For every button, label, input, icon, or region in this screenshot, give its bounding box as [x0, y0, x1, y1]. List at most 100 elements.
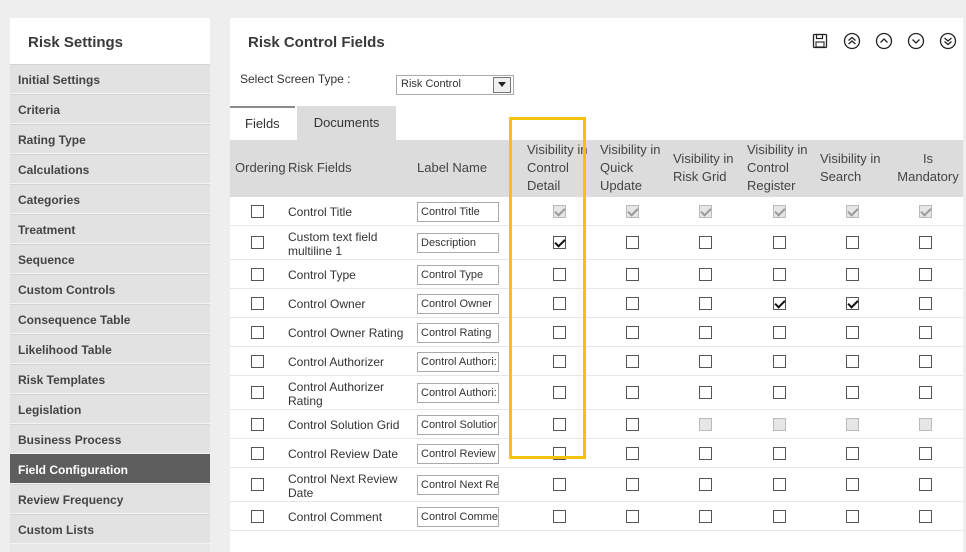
checkbox-register[interactable]: [773, 386, 786, 399]
sidebar-item-sequence[interactable]: Sequence: [10, 244, 210, 274]
checkbox-search[interactable]: [846, 297, 859, 310]
label-name-input[interactable]: Control Next Re: [417, 475, 499, 495]
checkbox-mandatory[interactable]: [919, 386, 932, 399]
checkbox-grid[interactable]: [699, 236, 712, 249]
checkbox-detail[interactable]: [553, 447, 566, 460]
sidebar-item-consequence-table[interactable]: Consequence Table: [10, 304, 210, 334]
label-name-input[interactable]: Control Authori:: [417, 352, 499, 372]
ordering-checkbox[interactable]: [251, 236, 264, 249]
ordering-checkbox[interactable]: [251, 386, 264, 399]
checkbox-quick[interactable]: [626, 386, 639, 399]
checkbox-detail[interactable]: [553, 386, 566, 399]
tab-documents[interactable]: Documents: [296, 106, 397, 140]
checkbox-quick[interactable]: [626, 510, 639, 523]
checkbox-detail[interactable]: [553, 355, 566, 368]
screen-type-select[interactable]: Risk Control: [396, 75, 514, 95]
sidebar-item-initial-settings[interactable]: Initial Settings: [10, 64, 210, 94]
checkbox-register[interactable]: [773, 236, 786, 249]
ordering-checkbox[interactable]: [251, 326, 264, 339]
tab-fields[interactable]: Fields: [230, 106, 295, 140]
checkbox-search[interactable]: [846, 447, 859, 460]
checkbox-register[interactable]: [773, 297, 786, 310]
checkbox-register[interactable]: [773, 510, 786, 523]
sidebar-item-custom-lists[interactable]: Custom Lists: [10, 514, 210, 544]
sidebar-item-likelihood-table[interactable]: Likelihood Table: [10, 334, 210, 364]
label-name-input[interactable]: Description: [417, 233, 499, 253]
checkbox-register[interactable]: [773, 447, 786, 460]
move-bottom-icon[interactable]: [939, 32, 957, 50]
sidebar-item-legislation[interactable]: Legislation: [10, 394, 210, 424]
move-down-icon[interactable]: [907, 32, 925, 50]
checkbox-mandatory[interactable]: [919, 268, 932, 281]
ordering-checkbox[interactable]: [251, 205, 264, 218]
label-name-input[interactable]: Control Comme: [417, 507, 499, 527]
checkbox-detail[interactable]: [553, 418, 566, 431]
checkbox-mandatory[interactable]: [919, 236, 932, 249]
checkbox-grid[interactable]: [699, 386, 712, 399]
label-name-input[interactable]: Control Type: [417, 265, 499, 285]
sidebar-item-categories[interactable]: Categories: [10, 184, 210, 214]
checkbox-mandatory[interactable]: [919, 478, 932, 491]
sidebar-item-review-frequency[interactable]: Review Frequency: [10, 484, 210, 514]
checkbox-quick[interactable]: [626, 297, 639, 310]
checkbox-quick[interactable]: [626, 447, 639, 460]
sidebar-item-calculations[interactable]: Calculations: [10, 154, 210, 184]
label-name-input[interactable]: Control Rating: [417, 323, 499, 343]
checkbox-grid[interactable]: [699, 478, 712, 491]
checkbox-quick[interactable]: [626, 478, 639, 491]
checkbox-mandatory[interactable]: [919, 447, 932, 460]
checkbox-register[interactable]: [773, 326, 786, 339]
checkbox-search[interactable]: [846, 510, 859, 523]
move-top-icon[interactable]: [843, 32, 861, 50]
checkbox-quick[interactable]: [626, 326, 639, 339]
checkbox-mandatory[interactable]: [919, 510, 932, 523]
checkbox-search[interactable]: [846, 268, 859, 281]
ordering-checkbox[interactable]: [251, 418, 264, 431]
chevron-down-icon[interactable]: [493, 77, 511, 93]
checkbox-mandatory[interactable]: [919, 326, 932, 339]
ordering-checkbox[interactable]: [251, 510, 264, 523]
sidebar-item-risk-templates[interactable]: Risk Templates: [10, 364, 210, 394]
checkbox-grid[interactable]: [699, 447, 712, 460]
checkbox-search[interactable]: [846, 355, 859, 368]
label-name-input[interactable]: Control Authori:: [417, 383, 499, 403]
label-name-input[interactable]: Control Review: [417, 444, 499, 464]
checkbox-mandatory[interactable]: [919, 355, 932, 368]
checkbox-detail[interactable]: [553, 510, 566, 523]
checkbox-grid[interactable]: [699, 510, 712, 523]
checkbox-detail[interactable]: [553, 478, 566, 491]
checkbox-register[interactable]: [773, 355, 786, 368]
checkbox-detail[interactable]: [553, 326, 566, 339]
checkbox-detail[interactable]: [553, 268, 566, 281]
checkbox-grid[interactable]: [699, 355, 712, 368]
checkbox-detail[interactable]: [553, 297, 566, 310]
label-name-input[interactable]: Control Owner: [417, 294, 499, 314]
checkbox-search[interactable]: [846, 478, 859, 491]
move-up-icon[interactable]: [875, 32, 893, 50]
sidebar-item-treatment[interactable]: Treatment: [10, 214, 210, 244]
ordering-checkbox[interactable]: [251, 268, 264, 281]
ordering-checkbox[interactable]: [251, 355, 264, 368]
checkbox-mandatory[interactable]: [919, 297, 932, 310]
checkbox-quick[interactable]: [626, 418, 639, 431]
checkbox-grid[interactable]: [699, 297, 712, 310]
ordering-checkbox[interactable]: [251, 447, 264, 460]
sidebar-item-field-configuration[interactable]: Field Configuration: [10, 454, 210, 484]
ordering-checkbox[interactable]: [251, 297, 264, 310]
sidebar-item-business-process[interactable]: Business Process: [10, 424, 210, 454]
checkbox-search[interactable]: [846, 236, 859, 249]
label-name-input[interactable]: Control Title: [417, 202, 499, 222]
checkbox-quick[interactable]: [626, 268, 639, 281]
checkbox-grid[interactable]: [699, 268, 712, 281]
sidebar-item-custom-controls[interactable]: Custom Controls: [10, 274, 210, 304]
checkbox-grid[interactable]: [699, 326, 712, 339]
checkbox-search[interactable]: [846, 386, 859, 399]
checkbox-quick[interactable]: [626, 236, 639, 249]
sidebar-item-rating-type[interactable]: Rating Type: [10, 124, 210, 154]
sidebar-item-criteria[interactable]: Criteria: [10, 94, 210, 124]
label-name-input[interactable]: Control Solutior: [417, 415, 499, 435]
checkbox-register[interactable]: [773, 478, 786, 491]
checkbox-detail[interactable]: [553, 236, 566, 249]
checkbox-register[interactable]: [773, 268, 786, 281]
ordering-checkbox[interactable]: [251, 478, 264, 491]
